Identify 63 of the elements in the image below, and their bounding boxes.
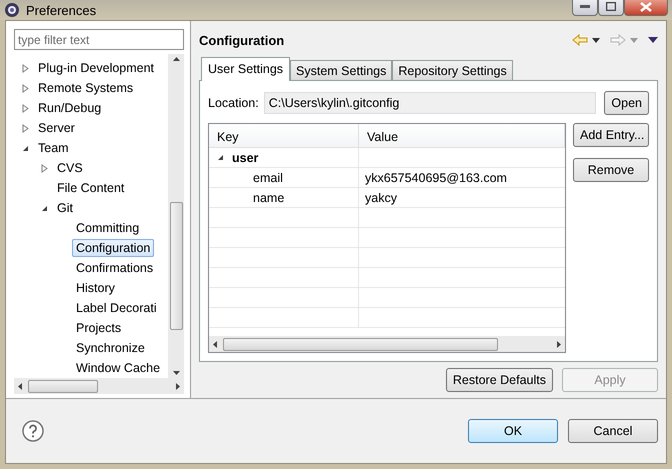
table-button[interactable]: Remove <box>573 158 649 182</box>
maximize-icon <box>606 2 616 11</box>
tree-item[interactable]: Label Decorati <box>72 299 161 317</box>
tree-item[interactable]: Confirmations <box>72 259 158 277</box>
tab[interactable]: User Settings <box>201 57 290 81</box>
minimize-button[interactable] <box>572 0 598 16</box>
collapsed-arrow-icon[interactable] <box>22 104 29 112</box>
scroll-up-icon[interactable] <box>172 57 180 61</box>
collapsed-arrow-icon[interactable] <box>41 164 48 172</box>
tree-item[interactable]: Git <box>53 199 77 217</box>
page-button[interactable]: Restore Defaults <box>446 368 553 392</box>
scroll-down-icon[interactable] <box>172 371 180 375</box>
tree-item[interactable]: Plug-in Development <box>34 59 158 77</box>
dialog-button[interactable]: Cancel <box>568 419 658 443</box>
table-cell: ykx657540695@163.com <box>365 170 507 184</box>
close-icon <box>640 2 652 12</box>
expanded-arrow-icon[interactable] <box>41 204 48 212</box>
tree-item[interactable]: Configuration <box>72 239 154 257</box>
menu-icon[interactable] <box>648 37 658 43</box>
column-header[interactable]: Value <box>359 124 565 147</box>
page-title: Configuration <box>199 32 286 48</box>
filter-field[interactable]: type filter text <box>14 29 184 50</box>
collapsed-arrow-icon[interactable] <box>22 84 29 92</box>
tree-item[interactable]: Committing <box>72 219 144 237</box>
table-cell: yakcy <box>365 190 397 204</box>
scroll-right-icon[interactable] <box>557 340 561 348</box>
scroll-right-icon[interactable] <box>176 382 180 390</box>
open-button[interactable]: Open <box>604 91 649 115</box>
horizontal-scrollbar[interactable] <box>209 336 565 352</box>
table-button[interactable]: Add Entry... <box>573 123 649 147</box>
close-button[interactable] <box>624 0 668 16</box>
tree-item[interactable]: Remote Systems <box>34 79 138 97</box>
collapsed-arrow-icon[interactable] <box>22 124 29 132</box>
maximize-button[interactable] <box>598 0 624 16</box>
tree-item[interactable]: Window Cache <box>72 359 164 377</box>
location-label: Location: <box>208 96 259 110</box>
scroll-left-icon[interactable] <box>213 340 217 348</box>
table-cell: name <box>253 190 284 204</box>
tree-item[interactable]: History <box>72 279 119 297</box>
vertical-scrollbar[interactable] <box>168 54 184 378</box>
table-cell: user <box>232 150 258 164</box>
dropdown-icon[interactable] <box>592 38 600 42</box>
tree-item[interactable]: Projects <box>72 319 126 337</box>
tree-item[interactable]: Run/Debug <box>34 99 106 117</box>
help-icon[interactable] <box>22 420 44 442</box>
column-header[interactable]: Key <box>209 124 359 147</box>
expanded-arrow-icon[interactable] <box>22 144 29 152</box>
tab[interactable]: System Settings <box>290 60 392 81</box>
horizontal-scrollbar[interactable] <box>14 378 184 394</box>
tree-item[interactable]: File Content <box>53 179 128 197</box>
tree-item[interactable]: Team <box>34 139 73 157</box>
tree-item[interactable]: Synchronize <box>72 339 149 357</box>
dialog-button[interactable]: OK <box>468 419 558 443</box>
collapsed-arrow-icon[interactable] <box>22 64 29 72</box>
scroll-left-icon[interactable] <box>18 382 22 390</box>
table-cell: email <box>253 170 283 184</box>
window-title: Preferences <box>26 2 98 18</box>
expanded-arrow-icon[interactable] <box>217 154 224 161</box>
minimize-icon <box>580 5 590 8</box>
tab[interactable]: Repository Settings <box>392 60 513 81</box>
tree-item[interactable]: Server <box>34 119 79 137</box>
tree-item[interactable]: CVS <box>53 159 87 177</box>
location-field[interactable]: C:\Users\kylin\.gitconfig <box>264 92 596 114</box>
